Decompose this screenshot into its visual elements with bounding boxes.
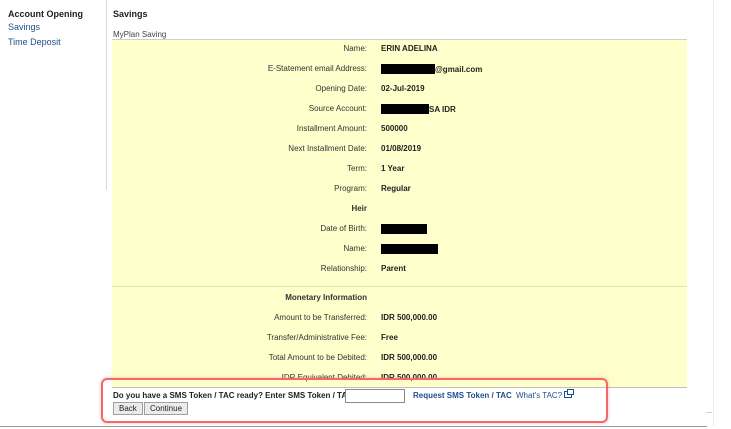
detail-label: Name: — [343, 44, 367, 53]
form-divider — [112, 387, 687, 388]
sidebar: Account Opening Savings Time Deposit — [0, 0, 107, 190]
heir-heading-row: Heir — [112, 204, 687, 218]
detail-value: 02-Jul-2019 — [381, 84, 425, 93]
detail-row-program: Program: Regular — [112, 184, 687, 198]
detail-value-email: @gmail.com — [381, 64, 482, 74]
redaction-block — [381, 104, 429, 114]
redaction-block — [381, 64, 435, 74]
detail-label: Program: — [334, 184, 367, 193]
detail-row-name: Name: ERIN ADELINA — [112, 44, 687, 58]
detail-label: Installment Amount: — [296, 124, 367, 133]
detail-row-installment-amount: Installment Amount: 500000 — [112, 124, 687, 138]
detail-label: Relationship: — [320, 264, 367, 273]
request-sms-token-link[interactable]: Request SMS Token / TAC — [413, 391, 512, 400]
monetary-row-total: Total Amount to be Debited: IDR 500,000.… — [112, 353, 687, 367]
detail-label: Opening Date: — [315, 84, 367, 93]
sidebar-link-time-deposit[interactable]: Time Deposit — [8, 37, 61, 47]
detail-value: Parent — [381, 264, 406, 273]
detail-value-dob — [381, 224, 427, 234]
monetary-row-amount: Amount to be Transferred: IDR 500,000.00 — [112, 313, 687, 327]
detail-value: ERIN ADELINA — [381, 44, 438, 53]
detail-label: Name: — [343, 244, 367, 253]
redaction-block — [381, 224, 427, 234]
whats-tac-label[interactable]: What's TAC? — [516, 391, 562, 400]
detail-row-opening-date: Opening Date: 02-Jul-2019 — [112, 84, 687, 98]
right-tick — [706, 412, 712, 413]
page-title: Savings — [113, 9, 148, 19]
monetary-row-idr-equivalent: IDR Equivalent Debited: IDR 500,000.00 — [112, 373, 687, 387]
whats-tac-link[interactable]: What's TAC? — [516, 389, 575, 400]
back-button[interactable]: Back — [113, 402, 143, 415]
heir-row-name: Name: — [112, 244, 687, 258]
detail-value: IDR 500,000.00 — [381, 353, 438, 362]
continue-button[interactable]: Continue — [144, 402, 189, 415]
right-divider — [713, 0, 714, 426]
detail-label: Total Amount to be Debited: — [268, 353, 367, 362]
detail-row-source-account: Source Account: SA IDR — [112, 104, 687, 118]
page-subtitle: MyPlan Saving — [113, 30, 167, 39]
detail-value: 1 Year — [381, 164, 405, 173]
detail-value-source-account: SA IDR — [381, 104, 456, 114]
detail-label: Transfer/Administrative Fee: — [266, 333, 367, 342]
detail-value: 01/08/2019 — [381, 144, 422, 153]
detail-label: E-Statement email Address: — [267, 64, 367, 73]
tac-prompt: Do you have a SMS Token / TAC ready? Ent… — [113, 391, 356, 400]
detail-label: Term: — [347, 164, 367, 173]
detail-value: IDR 500,000.00 — [381, 313, 438, 322]
tac-input[interactable] — [345, 389, 405, 403]
monetary-row-fee: Transfer/Administrative Fee: Free — [112, 333, 687, 347]
detail-value-heir-name — [381, 244, 438, 254]
sidebar-link-savings[interactable]: Savings — [8, 22, 40, 32]
detail-label: Source Account: — [308, 104, 367, 113]
monetary-panel: Monetary Information Amount to be Transf… — [112, 287, 687, 387]
redaction-block — [381, 244, 438, 254]
heir-heading: Heir — [351, 204, 367, 213]
detail-label: Date of Birth: — [320, 224, 367, 233]
detail-label: Next Installment Date: — [288, 144, 367, 153]
detail-row-term: Term: 1 Year — [112, 164, 687, 178]
heir-row-dob: Date of Birth: — [112, 224, 687, 238]
detail-value: IDR 500,000.00 — [381, 373, 438, 382]
heir-row-relationship: Relationship: Parent — [112, 264, 687, 278]
external-link-icon — [564, 389, 575, 398]
monetary-heading-row: Monetary Information — [112, 293, 687, 307]
detail-value: 500000 — [381, 124, 408, 133]
detail-value: Regular — [381, 184, 411, 193]
detail-value: Free — [381, 333, 398, 342]
detail-row-next-installment: Next Installment Date: 01/08/2019 — [112, 144, 687, 158]
sidebar-heading: Account Opening — [8, 9, 83, 19]
detail-label: Amount to be Transferred: — [274, 313, 367, 322]
detail-row-email: E-Statement email Address: @gmail.com — [112, 64, 687, 78]
details-panel: Name: ERIN ADELINA E-Statement email Add… — [112, 40, 687, 286]
footer-divider — [0, 426, 707, 427]
detail-label: IDR Equivalent Debited: — [281, 373, 367, 382]
monetary-heading: Monetary Information — [285, 293, 367, 302]
